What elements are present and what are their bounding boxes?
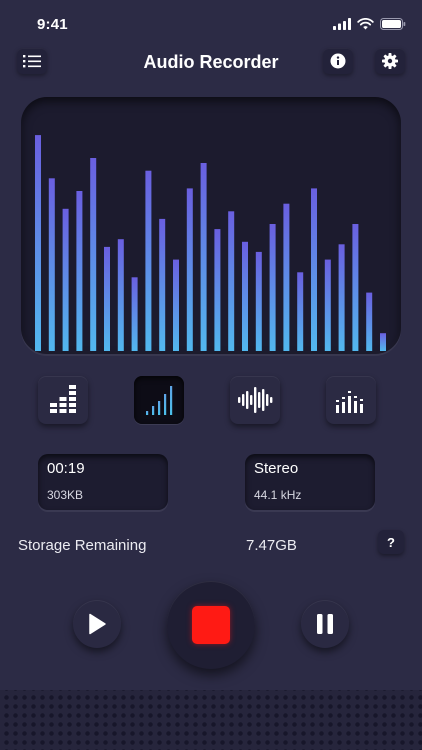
storage-value: 7.47GB — [246, 537, 297, 554]
visualizer-bar — [269, 224, 276, 351]
visualizer-bar — [35, 135, 41, 351]
visualizer-bar — [380, 333, 386, 351]
visualizer-bar — [131, 277, 138, 351]
visualizer-bar — [159, 218, 166, 351]
visualizer-bar — [145, 170, 152, 351]
visualizer-bar — [324, 259, 331, 351]
settings-button[interactable] — [375, 48, 405, 74]
waveform-icon — [238, 387, 273, 413]
play-icon — [89, 613, 106, 635]
channel-mode: Stereo — [254, 460, 299, 477]
visualizer-bar — [242, 241, 248, 351]
pause-button[interactable] — [301, 600, 349, 648]
recording-size: 303KB — [47, 488, 84, 502]
record-stop-button[interactable] — [167, 581, 255, 669]
speaker-grille — [0, 690, 422, 750]
info-icon — [330, 53, 346, 69]
visualizer-bar — [117, 239, 124, 351]
signal-bars-icon — [146, 386, 173, 415]
visualizer-bar — [214, 229, 221, 351]
visualizer-bar — [228, 211, 235, 351]
status-time: 9:41 — [37, 16, 68, 33]
recording-info-card: 00:19 303KB — [38, 454, 168, 510]
visualizer-bar — [200, 163, 207, 351]
visualizer-bar — [297, 272, 304, 351]
visualizer-bar — [48, 178, 55, 351]
pause-icon — [317, 614, 333, 634]
sample-rate: 44.1 kHz — [254, 488, 302, 502]
visualizer-bar — [255, 251, 262, 351]
info-button[interactable] — [323, 48, 353, 74]
visualizer-bar — [173, 259, 179, 351]
status-bar: 9:41 — [0, 0, 422, 48]
bar-levels-icon — [50, 385, 76, 413]
dot-equalizer-icon — [336, 391, 363, 413]
audio-visualizer — [21, 97, 401, 354]
visualizer-bar — [76, 191, 83, 351]
status-icons — [333, 18, 406, 30]
battery-icon — [380, 18, 406, 30]
play-button[interactable] — [73, 600, 121, 648]
visualizer-bar — [90, 158, 97, 351]
visualizer-bar — [186, 188, 193, 351]
storage-label: Storage Remaining — [18, 537, 147, 554]
mode-dots-button[interactable] — [326, 376, 376, 424]
mode-wave-button[interactable] — [230, 376, 280, 424]
visualizer-bars — [35, 135, 386, 351]
signal-icon — [333, 18, 351, 30]
mode-signal-button[interactable] — [134, 376, 184, 424]
mode-bars-button[interactable] — [38, 376, 88, 424]
help-button[interactable]: ? — [378, 530, 404, 554]
visualizer-bar — [338, 244, 345, 351]
visualizer-bar — [104, 246, 110, 351]
wifi-icon — [357, 18, 374, 30]
app-title: Audio Recorder — [143, 52, 279, 72]
visualizer-bar — [283, 203, 290, 351]
visualizer-bar — [352, 224, 359, 351]
visualizer-bar — [62, 208, 69, 351]
visualizer-bar — [311, 188, 317, 351]
recording-duration: 00:19 — [47, 460, 85, 477]
stop-icon — [192, 606, 230, 644]
format-info-card: Stereo 44.1 kHz — [245, 454, 375, 510]
gear-icon — [382, 53, 398, 69]
visualizer-bar — [366, 292, 373, 351]
